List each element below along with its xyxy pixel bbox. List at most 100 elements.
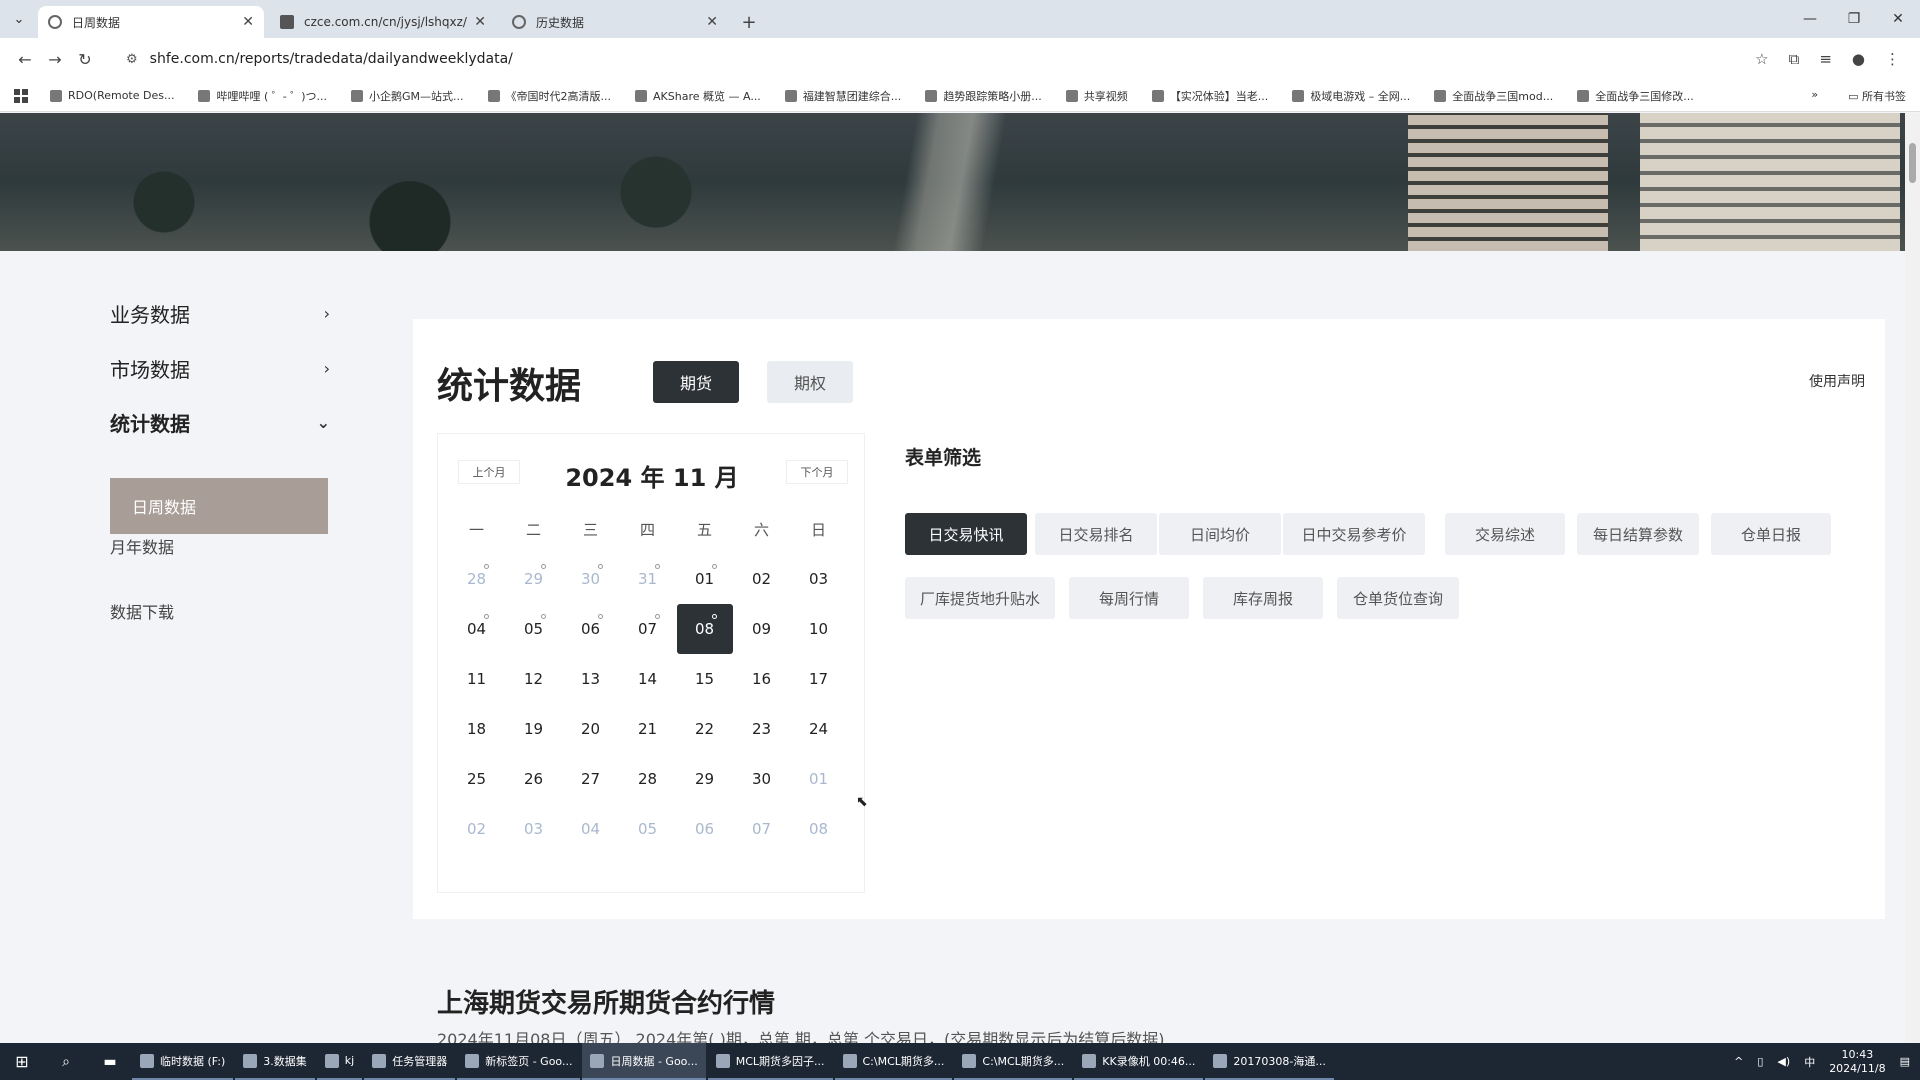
bookmark-item[interactable]: 全面战争三国mod... [1434,88,1553,104]
calendar-day[interactable]: 06 [676,804,733,854]
calendar-day[interactable]: 12 [505,654,562,704]
taskbar-item[interactable]: kj [316,1043,363,1080]
calendar-day[interactable]: 20 [562,704,619,754]
calendar-day[interactable]: 05 [505,604,562,654]
calendar-day[interactable]: 07 [619,604,676,654]
calendar-day-selected[interactable]: 08 [676,604,733,654]
calendar-day[interactable]: 03 [505,804,562,854]
calendar-day[interactable]: 30 [733,754,790,804]
calendar-day[interactable]: 28 [619,754,676,804]
taskbar-item[interactable]: C:\MCL期货多... [834,1043,953,1080]
network-icon[interactable]: ▯ [1757,1055,1763,1068]
sidebar-sub-daily-weekly[interactable]: 日周数据 [110,478,328,534]
forward-icon[interactable]: → [40,50,70,69]
bookmark-item[interactable]: 福建智慧团建综合... [784,88,901,104]
calendar-day[interactable]: 04 [562,804,619,854]
sidebar-sub-download[interactable]: 数据下载 [110,599,174,623]
calendar-day[interactable]: 31 [619,554,676,604]
back-icon[interactable]: ← [10,50,40,69]
calendar-day[interactable]: 17 [790,654,847,704]
calendar-day[interactable]: 29 [505,554,562,604]
taskbar-app-icon[interactable]: ▬ [88,1054,132,1070]
calendar-day[interactable]: 01 [790,754,847,804]
taskbar-item[interactable]: 临时数据 (F:) [132,1043,234,1080]
calendar-day[interactable]: 27 [562,754,619,804]
close-tab-icon[interactable]: ✕ [706,14,718,30]
bookmark-item[interactable]: AKShare 概览 — A... [635,88,761,104]
bookmark-item[interactable]: 【实况体验】当老... [1151,88,1268,104]
media-icon[interactable]: ≡ [1819,50,1832,68]
calendar-day[interactable]: 29 [676,754,733,804]
all-bookmarks-folder[interactable]: ▭ 所有书签 [1848,88,1906,104]
calendar-day[interactable]: 07 [733,804,790,854]
bookmark-item[interactable]: 全面战争三国修改... [1577,88,1694,104]
calendar-day[interactable]: 19 [505,704,562,754]
calendar-day[interactable]: 18 [448,704,505,754]
bookmark-star-icon[interactable]: ☆ [1755,50,1768,68]
filter-button[interactable]: 仓单货位查询 [1337,577,1459,619]
more-menu-icon[interactable]: ⋮ [1885,50,1900,68]
sidebar-item-statistics[interactable]: 统计数据 ⌄ [110,408,330,437]
filter-button[interactable]: 日交易快讯 [905,513,1027,555]
windows-start-icon[interactable]: ⊞ [0,1052,44,1071]
clock[interactable]: 10:43 2024/11/8 [1829,1048,1885,1076]
calendar-day[interactable]: 15 [676,654,733,704]
calendar-day[interactable]: 30 [562,554,619,604]
calendar-day[interactable]: 05 [619,804,676,854]
calendar-day[interactable]: 02 [448,804,505,854]
calendar-day[interactable]: 09 [733,604,790,654]
minimize-icon[interactable]: — [1788,0,1832,38]
calendar-day[interactable]: 23 [733,704,790,754]
bookmark-item[interactable]: 趋势跟踪策略小册... [925,88,1042,104]
calendar-day[interactable]: 10 [790,604,847,654]
bookmark-item[interactable]: 共享视频 [1065,88,1128,104]
calendar-day[interactable]: 02 [733,554,790,604]
bookmark-item[interactable]: 极域电游戏 – 全网... [1292,88,1410,104]
sidebar-item-business-data[interactable]: 业务数据 › [110,299,330,328]
filter-button[interactable]: 每周行情 [1069,577,1189,619]
options-tab[interactable]: 期权 [767,361,853,403]
calendar-day[interactable]: 25 [448,754,505,804]
taskbar-item[interactable]: MCL期货多因子... [707,1043,833,1080]
next-month-button[interactable]: 下个月 [786,460,848,484]
tab-search-chevron-icon[interactable]: ⌄ [0,0,38,38]
search-icon[interactable]: ⌕ [44,1054,88,1070]
filter-button[interactable]: 厂库提货地升贴水 [905,577,1055,619]
calendar-day[interactable]: 14 [619,654,676,704]
taskbar-item[interactable]: 3.数据集 [235,1043,315,1080]
calendar-day[interactable]: 26 [505,754,562,804]
calendar-day[interactable]: 24 [790,704,847,754]
usage-statement-link[interactable]: 使用声明 [1809,371,1865,391]
url-field[interactable]: ⚙ shfe.com.cn/reports/tradedata/dailyand… [116,43,1756,75]
sidebar-sub-monthly-yearly[interactable]: 月年数据 [110,534,174,558]
bookmark-item[interactable]: 《帝国时代2高清版... [487,88,611,104]
tray-chevron-icon[interactable]: ^ [1734,1055,1743,1068]
sidebar-item-market-data[interactable]: 市场数据 › [110,354,330,383]
extensions-icon[interactable]: ⧉ [1789,50,1800,68]
calendar-day[interactable]: 11 [448,654,505,704]
reload-icon[interactable]: ↻ [70,50,100,69]
filter-button[interactable]: 仓单日报 [1711,513,1831,555]
filter-button[interactable]: 日间均价 [1159,513,1281,555]
calendar-day[interactable]: 21 [619,704,676,754]
filter-button[interactable]: 日中交易参考价 [1283,513,1425,555]
prev-month-button[interactable]: 上个月 [458,460,520,484]
taskbar-item[interactable]: C:\MCL期货多... [954,1043,1073,1080]
browser-tab[interactable]: 历史数据 ✕ [502,6,728,38]
calendar-day[interactable]: 28 [448,554,505,604]
filter-button[interactable]: 交易综述 [1445,513,1565,555]
restore-icon[interactable]: ❐ [1832,0,1876,38]
ime-indicator[interactable]: 中 [1804,1054,1815,1070]
scrollbar-thumb[interactable] [1909,143,1916,183]
profile-icon[interactable]: ● [1852,50,1865,68]
bookmark-item[interactable]: 小企鹅GM—站式... [351,88,464,104]
filter-button[interactable]: 日交易排名 [1035,513,1157,555]
browser-tab-active[interactable]: 日周数据 ✕ [38,6,264,38]
calendar-day[interactable]: 01 [676,554,733,604]
volume-icon[interactable]: ◀) [1777,1055,1790,1068]
calendar-day[interactable]: 04 [448,604,505,654]
futures-tab[interactable]: 期货 [653,361,739,403]
calendar-day[interactable]: 08 [790,804,847,854]
close-window-icon[interactable]: ✕ [1876,0,1920,38]
calendar-day[interactable]: 13 [562,654,619,704]
